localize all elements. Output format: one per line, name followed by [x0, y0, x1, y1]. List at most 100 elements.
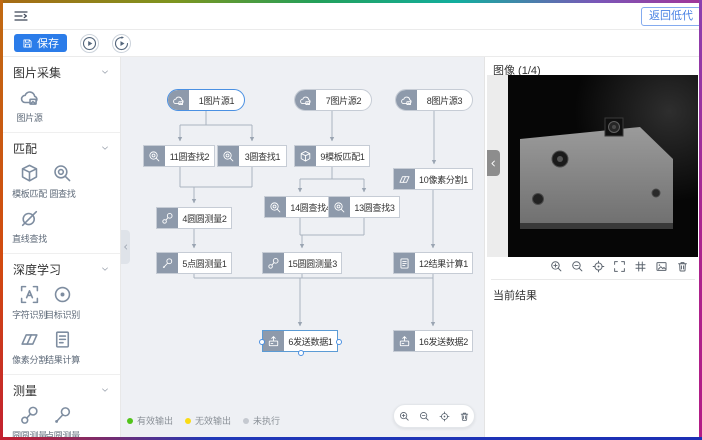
run-button[interactable]: [80, 34, 99, 53]
circle-circle-measure-icon: [267, 257, 280, 270]
trash-icon[interactable]: [676, 260, 689, 273]
sidebar-section-items: 字符识别目标识别像素分割结果计算: [13, 284, 110, 366]
back-to-lowcode-button[interactable]: 返回低代: [641, 7, 699, 26]
sidebar-item[interactable]: 点圆测量: [46, 405, 79, 437]
result-calc-icon: [398, 257, 411, 270]
pixel-seg-icon: [19, 329, 40, 350]
node-icon-badge: [265, 197, 286, 217]
pixel-seg-icon: [398, 173, 411, 186]
point-circle-measure-icon: [52, 405, 73, 426]
circle-find-icon: [222, 150, 235, 163]
sidebar-section-title: 深度学习: [13, 261, 61, 278]
sidebar-item[interactable]: 目标识别: [46, 284, 79, 321]
frame-border-top: [0, 0, 702, 3]
sidebar-section-items: 图片源: [13, 87, 110, 124]
node-label: 7图片源2: [316, 90, 371, 110]
flow-node-6[interactable]: 10像素分割1: [393, 168, 473, 190]
node-icon-badge: [394, 331, 415, 351]
sidebar-item[interactable]: 圆圆测量: [13, 405, 46, 437]
save-button[interactable]: 保存: [14, 34, 67, 52]
frame-border-left: [0, 0, 3, 440]
result-calc-icon: [52, 329, 73, 350]
flow-edge: [194, 274, 433, 278]
locate-icon[interactable]: [592, 260, 605, 273]
zoom-out-icon[interactable]: [571, 260, 584, 273]
inspection-image[interactable]: [508, 75, 698, 257]
flow-node-3[interactable]: 11圆查找2: [143, 145, 215, 167]
grid-icon[interactable]: [634, 260, 647, 273]
node-icon-badge: [144, 146, 165, 166]
sidebar-item[interactable]: 圆查找: [46, 163, 79, 200]
node-label: 15圆圆测量3: [284, 253, 341, 273]
flow-node-8[interactable]: 14圆查找4: [264, 196, 336, 218]
sidebar-item-label: 目标识别: [45, 308, 80, 321]
flow-node-4[interactable]: 3圆查找1: [217, 145, 287, 167]
image-source-icon: [172, 94, 185, 107]
legend-item: 无效输出: [185, 414, 231, 427]
zoom-in-icon[interactable]: [550, 260, 563, 273]
chevron-down-icon: [100, 143, 110, 153]
circle-circle-measure-icon: [19, 405, 40, 426]
flow-node-12[interactable]: 12结果计算1: [393, 252, 473, 274]
image-source-icon: [400, 94, 413, 107]
locate-icon[interactable]: [439, 411, 450, 422]
sidebar-section-title: 图片采集: [13, 64, 61, 81]
node-icon-badge: [218, 146, 239, 166]
run-once-button[interactable]: [112, 34, 131, 53]
sidebar-section-2: 深度学习字符识别目标识别像素分割结果计算: [3, 254, 120, 375]
sidebar-item[interactable]: 模板匹配: [13, 163, 46, 200]
sidebar-item-label: 结果计算: [45, 353, 80, 366]
menu-fold-icon[interactable]: [13, 8, 29, 24]
flow-node-9[interactable]: 13圆查找3: [328, 196, 400, 218]
sidebar-section-3: 测量圆圆测量点圆测量点点测量: [3, 375, 120, 437]
flow-node-14[interactable]: 16发送数据2: [393, 330, 473, 352]
node-icon-badge: [295, 146, 316, 166]
legend-item: 有效输出: [127, 414, 173, 427]
flow-node-10[interactable]: 5点圆测量1: [156, 252, 232, 274]
sidebar-item[interactable]: 结果计算: [46, 329, 79, 366]
sidebar-section-header[interactable]: 匹配: [13, 141, 110, 155]
sidebar-item[interactable]: 图片源: [13, 87, 46, 124]
node-label: 11圆查找2: [165, 146, 214, 166]
action-toolbar: 保存: [3, 30, 699, 57]
sidebar-item[interactable]: 像素分割: [13, 329, 46, 366]
app-window: 返回低代 保存 图片采集图片源匹配模板匹配圆查找直线查找深度学习字符识别目标识别…: [0, 0, 702, 440]
sidebar-section-header[interactable]: 深度学习: [13, 262, 110, 276]
node-connection-handle[interactable]: [298, 350, 304, 356]
flow-node-1[interactable]: 7图片源2: [294, 89, 372, 111]
menu-fold-icon: [13, 8, 29, 24]
flow-node-7[interactable]: 4圆圆测量2: [156, 207, 232, 229]
node-icon-badge: [168, 90, 189, 110]
sidebar-item-label: 像素分割: [12, 353, 47, 366]
fullscreen-icon[interactable]: [613, 260, 626, 273]
circle-find-icon: [333, 201, 346, 214]
image-source-icon: [19, 87, 40, 108]
zoom-out-icon[interactable]: [419, 411, 430, 422]
line-find-icon: [19, 208, 40, 229]
flow-node-11[interactable]: 15圆圆测量3: [262, 252, 342, 274]
sidebar-collapse-handle[interactable]: [121, 230, 130, 264]
node-label: 6发送数据1: [284, 331, 337, 351]
sidebar-item-label: 字符识别: [12, 308, 47, 321]
previous-image-button[interactable]: [487, 150, 500, 176]
trash-icon[interactable]: [459, 411, 470, 422]
flow-node-2[interactable]: 8图片源3: [395, 89, 473, 111]
export-image-icon[interactable]: [655, 260, 668, 273]
flow-node-13[interactable]: 6发送数据1: [262, 330, 338, 352]
zoom-in-icon[interactable]: [399, 411, 410, 422]
sidebar-section-items: 圆圆测量点圆测量点点测量: [13, 405, 110, 437]
sidebar-item-label: 点圆测量: [45, 429, 80, 437]
sidebar-section-items: 模板匹配圆查找直线查找: [13, 163, 110, 245]
flow-node-5[interactable]: 9模板匹配1: [294, 145, 370, 167]
sidebar-section-header[interactable]: 测量: [13, 383, 110, 397]
sidebar-item[interactable]: 字符识别: [13, 284, 46, 321]
node-label: 13圆查找3: [350, 197, 399, 217]
sidebar-item[interactable]: 直线查找: [13, 208, 46, 245]
flow-node-0[interactable]: 1图片源1: [167, 89, 245, 111]
node-connection-handle[interactable]: [259, 339, 265, 345]
sidebar-section-header[interactable]: 图片采集: [13, 65, 110, 79]
node-connection-handle[interactable]: [336, 339, 342, 345]
node-label: 8图片源3: [417, 90, 472, 110]
node-icon-badge: [394, 253, 415, 273]
circle-circle-measure-icon: [161, 212, 174, 225]
